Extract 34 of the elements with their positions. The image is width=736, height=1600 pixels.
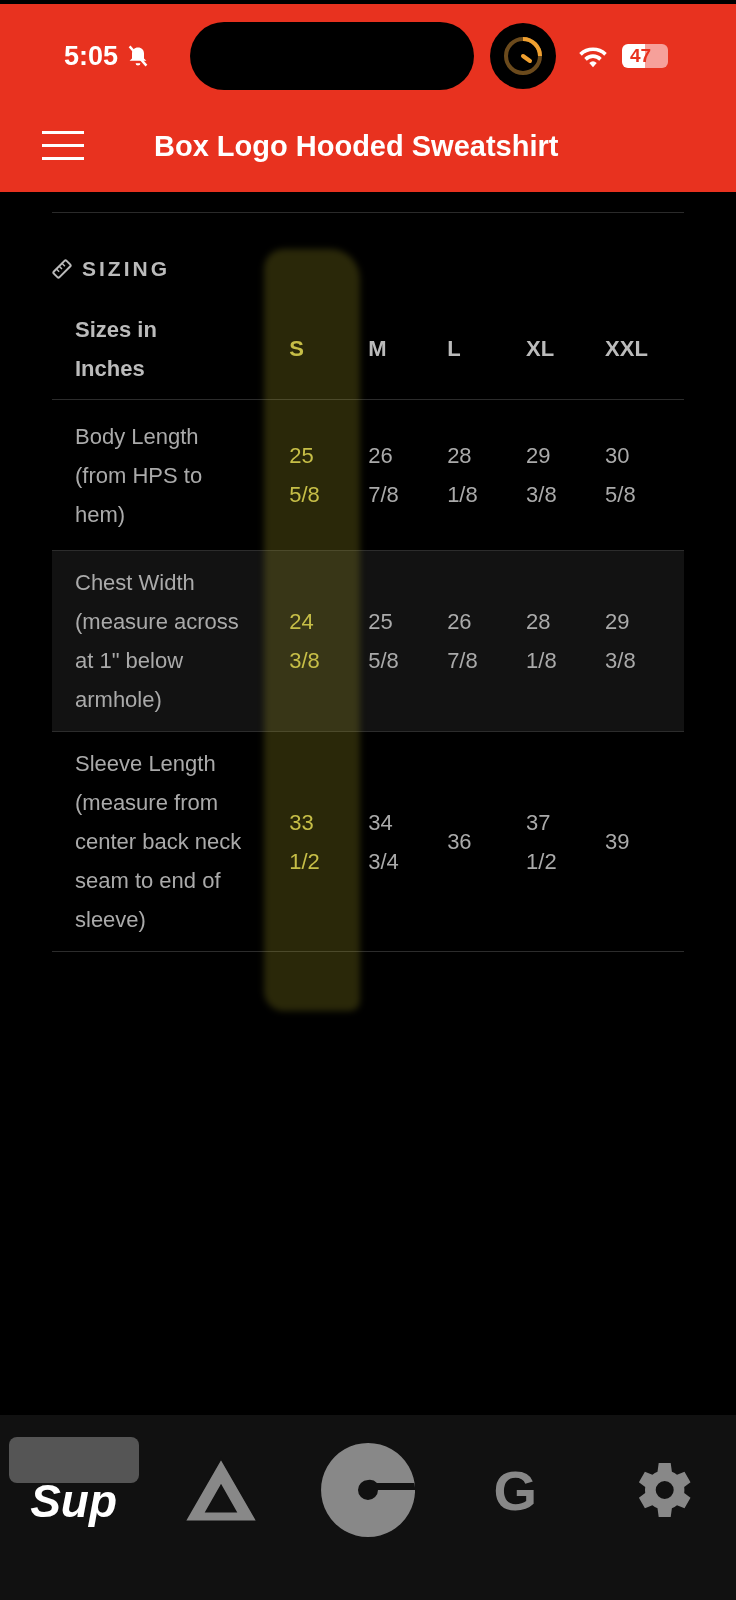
table-cell-text: 36 <box>447 828 473 856</box>
menu-icon[interactable] <box>42 131 84 161</box>
size-header: XXL <box>605 336 648 361</box>
size-header: XL <box>526 336 555 361</box>
table-cell-text: 26 7/8 <box>447 608 479 675</box>
table-header: Sizes in Inches <box>75 316 158 383</box>
measurement-label: Chest Width (measure across at 1" below armhole) <box>75 569 240 714</box>
table-cell-text: 29 3/8 <box>605 608 637 675</box>
ruler-icon <box>52 259 72 279</box>
table-cell-text: 37 1/2 <box>526 808 558 876</box>
size-header: S <box>289 336 304 361</box>
table-cell-text: 34 3/4 <box>368 808 400 876</box>
table-cell-text: 26 7/8 <box>368 442 400 509</box>
measurement-label: Sleeve Length (measure from center back neck seam to end of sleeve) <box>75 750 243 934</box>
size-header: L <box>447 336 461 361</box>
progress-ring-icon <box>490 23 557 89</box>
table-cell-text: 28 1/8 <box>447 442 479 509</box>
battery-level: 47 <box>622 44 669 68</box>
measurement-label: Body Length (from HPS to hem) <box>75 422 204 529</box>
table-cell-text: 30 5/8 <box>605 442 637 509</box>
status-time: 5:05 <box>64 40 119 72</box>
page-title: Box Logo Hooded Sweatshirt <box>154 129 559 163</box>
table-cell-text: 25 5/8 <box>289 442 321 509</box>
table-cell-text: 29 3/8 <box>526 442 558 509</box>
table-cell-text: 33 1/2 <box>289 808 321 876</box>
wifi-icon <box>578 44 609 68</box>
table-cell-text: 39 <box>605 828 631 856</box>
size-header: M <box>368 336 387 361</box>
section-title: SIZING <box>82 257 170 281</box>
table-cell-text: 24 3/8 <box>289 608 321 675</box>
table-cell-text: 25 5/8 <box>368 608 400 675</box>
tab-item[interactable]: Sup <box>8 1435 139 1545</box>
tab-item[interactable]: G <box>450 1435 581 1545</box>
table-cell-text: 28 1/8 <box>526 608 558 675</box>
